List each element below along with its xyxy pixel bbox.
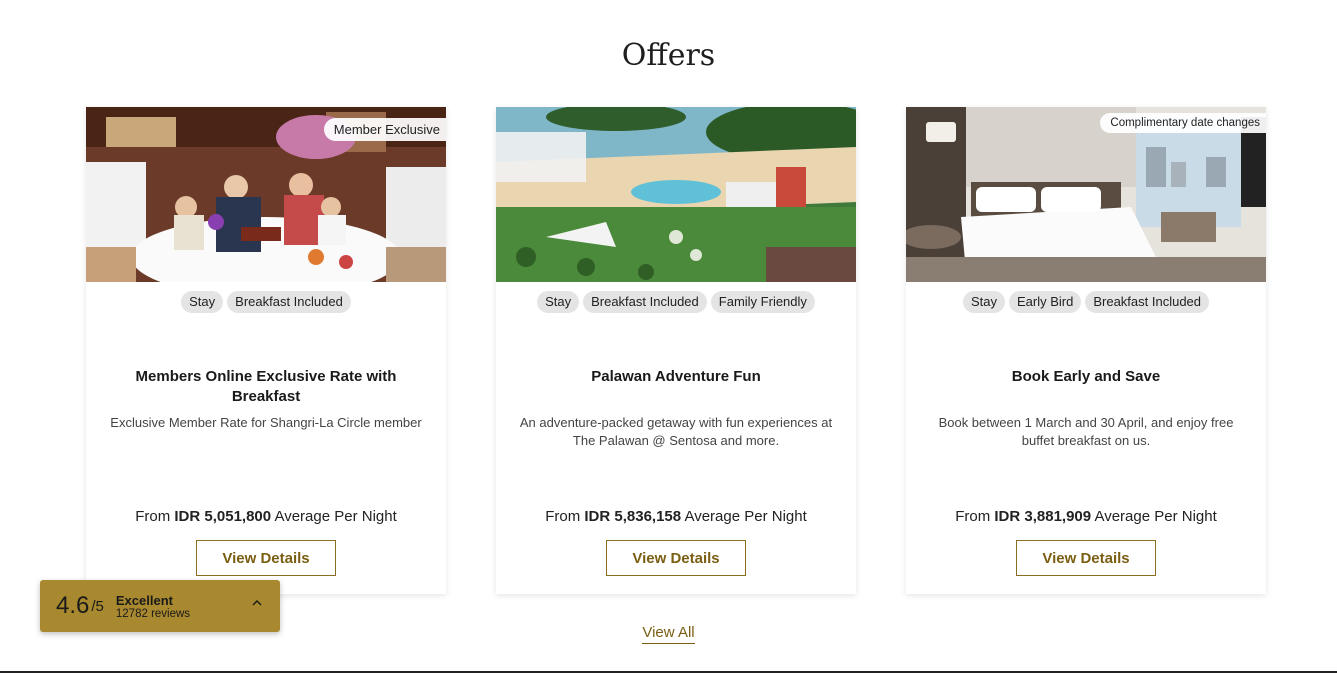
tag: Stay [962,291,1005,313]
price-prefix: From [955,508,991,525]
rating-label: Excellent [115,592,173,608]
tag: Family Friendly [710,291,815,313]
rating-text: Excellent 12782 reviews [116,593,190,620]
offer-price: From IDR 5,051,800 Average Per Night [86,508,446,525]
offer-image-palawan-resort[interactable] [496,107,856,282]
offer-image-family-dining[interactable]: Member Exclusive [86,107,446,282]
offer-description: Book between 1 March and 30 April, and e… [938,415,1234,448]
tag: Stay [181,291,224,313]
view-details-button[interactable]: View Details [606,540,746,576]
offer-title[interactable]: Members Online Exclusive Rate with Break… [116,367,416,407]
price-amount: IDR 3,881,909 [994,508,1092,525]
offer-card[interactable]: Member Exclusive Stay Breakfast Included… [86,107,446,594]
chevron-up-icon[interactable] [252,598,262,608]
tag: Breakfast Included [227,291,351,313]
price-suffix: Average Per Night [684,508,807,525]
price-prefix: From [135,508,171,525]
offer-title[interactable]: Book Early and Save [936,367,1236,387]
complimentary-date-changes-badge: Complimentary date changes [1100,113,1266,133]
view-details-button[interactable]: View Details [1016,540,1156,576]
section-title: Offers [621,38,716,73]
offer-price: From IDR 5,836,158 Average Per Night [496,508,856,525]
tag: Breakfast Included [1085,291,1210,313]
price-prefix: From [545,508,581,525]
price-suffix: Average Per Night [274,508,397,525]
price-suffix: Average Per Night [1094,508,1217,525]
offer-card[interactable]: Complimentary date changes Stay Early Bi… [906,107,1266,594]
tag-list: Stay Early Bird Breakfast Included [906,291,1266,313]
price-amount: IDR 5,836,158 [584,508,682,525]
price-amount: IDR 5,051,800 [174,508,272,525]
tag: Stay [537,291,580,313]
rating-widget[interactable]: 4.6 /5 Excellent 12782 reviews [40,580,280,632]
view-details-button[interactable]: View Details [196,540,336,576]
offer-image-hotel-room[interactable]: Complimentary date changes [906,107,1266,282]
tag-list: Stay Breakfast Included [86,291,446,313]
view-all-link[interactable]: View All [642,624,695,644]
offer-title[interactable]: Palawan Adventure Fun [526,367,826,387]
rating-score: 4.6 [56,592,90,619]
rating-count: 12782 reviews [115,607,191,620]
offer-description: An adventure-packed getaway with fun exp… [519,415,833,448]
tag: Early Bird [1008,291,1082,313]
offer-description: Exclusive Member Rate for Shangri-La Cir… [110,415,422,430]
tag: Breakfast Included [583,291,707,313]
member-exclusive-badge: Member Exclusive [323,118,446,141]
offer-card[interactable]: Stay Breakfast Included Family Friendly … [496,107,856,594]
tag-list: Stay Breakfast Included Family Friendly [496,291,856,313]
offer-price: From IDR 3,881,909 Average Per Night [906,508,1266,525]
rating-max: /5 [91,597,104,615]
